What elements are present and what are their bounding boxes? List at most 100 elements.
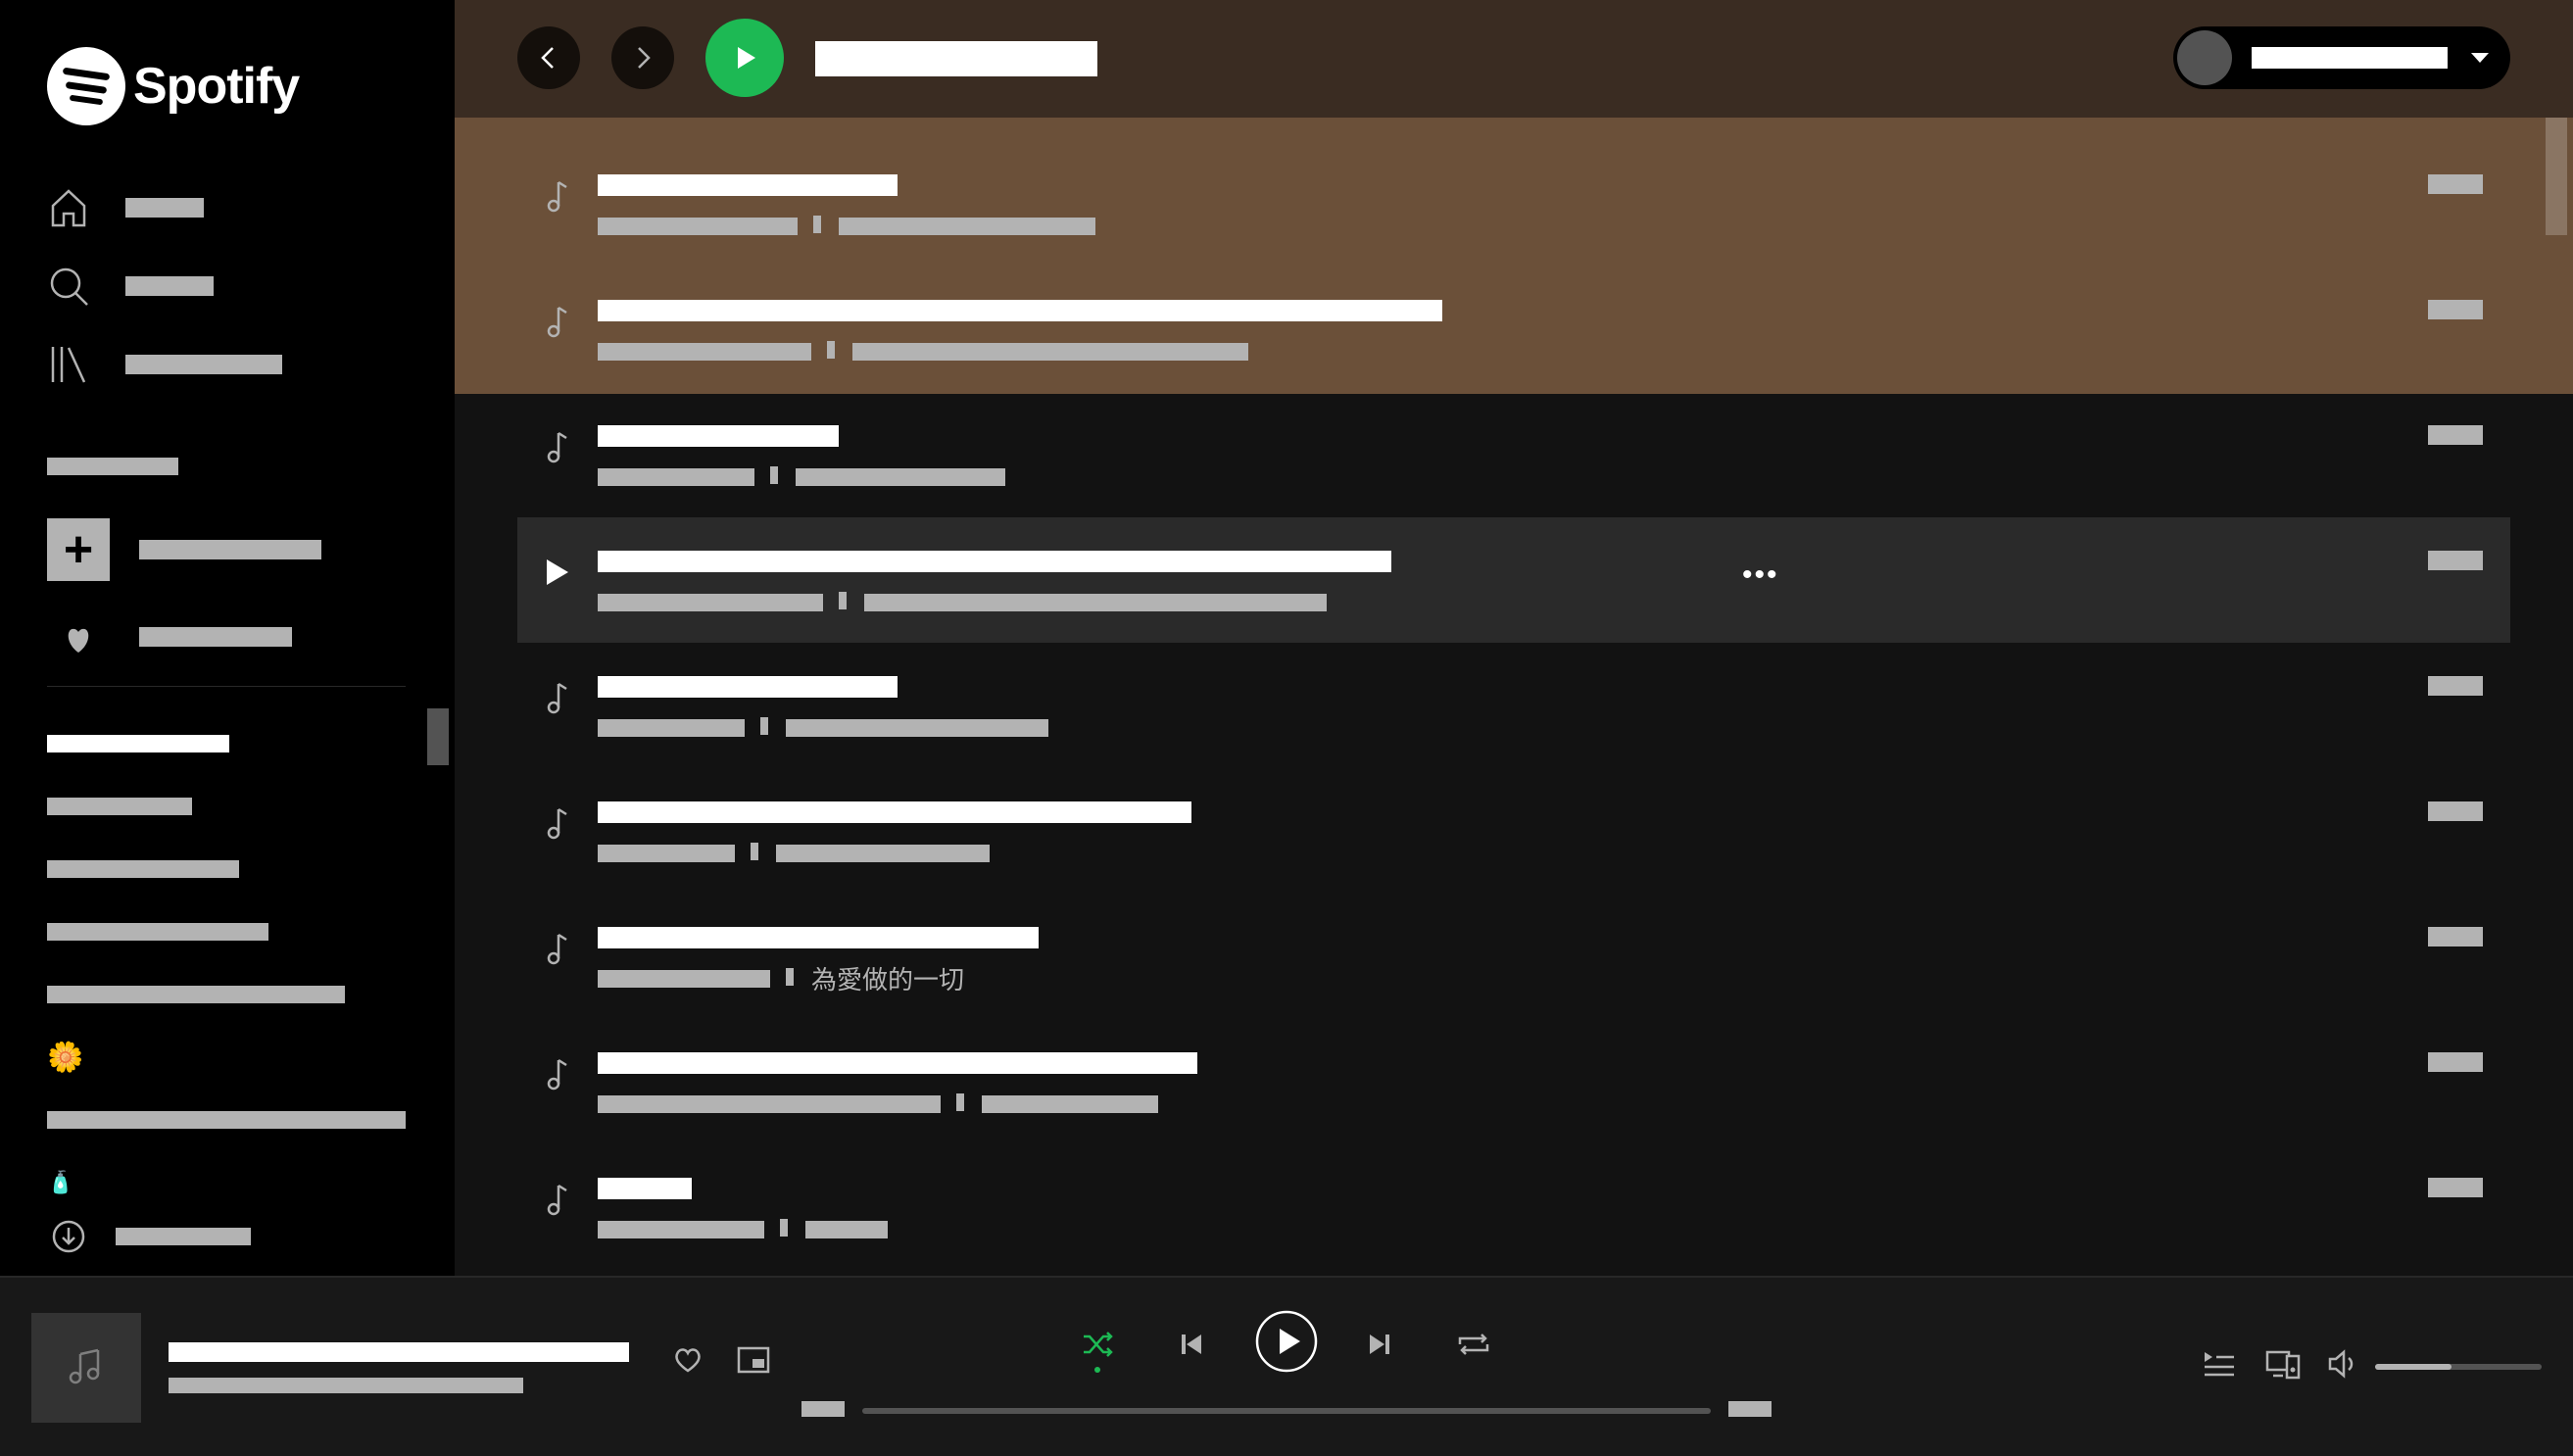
bottle-icon: 🧴 [47,1170,74,1194]
repeat-icon[interactable] [1456,1329,1491,1360]
track-row[interactable] [517,768,2510,894]
track-artist[interactable] [598,594,823,611]
playlist-item[interactable] [47,1111,406,1129]
track-row[interactable] [517,392,2510,517]
track-album[interactable] [786,719,1048,737]
music-note-icon [547,180,567,213]
track-artist[interactable] [598,845,735,862]
main-scrollbar[interactable] [2546,118,2567,235]
back-button[interactable] [517,26,580,89]
user-name [2252,47,2448,69]
spotify-logo[interactable]: Spotify [47,47,300,125]
sidebar-divider [47,686,406,687]
spotify-logo-icon [47,47,125,125]
user-menu-button[interactable] [2173,26,2510,89]
nav-search[interactable] [47,265,214,308]
playlist-item[interactable] [47,923,268,941]
liked-songs-label [139,627,292,647]
music-note-icon [547,807,567,840]
play-pause-button[interactable] [1254,1309,1319,1374]
track-title[interactable] [598,1178,692,1199]
create-playlist-label [139,540,321,559]
separator [813,216,821,233]
playlist-item-bottle[interactable]: 🧴 [47,1168,73,1197]
separator [786,968,794,986]
track-row[interactable] [517,1144,2510,1270]
now-playing-artist[interactable] [169,1378,523,1393]
playlist-item[interactable] [47,860,239,878]
install-app-button[interactable] [0,1197,455,1276]
playlist-item[interactable] [47,798,192,815]
picture-in-picture-icon[interactable] [737,1346,770,1374]
sidebar-scrollbar[interactable] [427,708,449,765]
track-album[interactable] [852,343,1248,361]
spotify-wordmark: Spotify [133,58,300,115]
music-note-icon [69,1348,100,1384]
volume-slider[interactable] [2375,1364,2542,1370]
play-button[interactable] [705,19,784,97]
track-duration [2428,300,2483,319]
liked-songs-button[interactable] [47,606,292,668]
progress-bar[interactable] [862,1408,1711,1414]
playlist-item[interactable] [47,986,345,1003]
track-duration [2428,425,2483,445]
track-artist[interactable] [598,218,798,235]
track-artist[interactable] [598,343,811,361]
track-artist[interactable] [598,719,745,737]
track-artist[interactable] [598,970,770,988]
skip-back-icon[interactable] [1176,1329,1207,1360]
track-row[interactable] [517,141,2510,267]
create-playlist-button[interactable]: + [47,518,321,581]
track-title[interactable] [598,551,1391,572]
music-note-icon [547,306,567,338]
track-row[interactable] [517,1019,2510,1144]
track-album[interactable]: 為愛做的一切 [811,960,964,996]
more-options-icon[interactable]: ••• [1742,558,1779,592]
track-title[interactable] [598,425,839,447]
music-note-icon [547,431,567,463]
playlist-item[interactable] [47,735,229,752]
track-row[interactable]: 為愛做的一切 [517,894,2510,1019]
download-icon [52,1220,85,1253]
track-artist[interactable] [598,468,754,486]
queue-icon[interactable] [2203,1350,2236,1378]
shuffle-icon[interactable] [1080,1327,1115,1362]
track-row[interactable] [517,267,2510,392]
track-duration [2428,801,2483,821]
track-album[interactable] [839,218,1095,235]
track-duration [2428,676,2483,696]
devices-icon[interactable] [2265,1348,2301,1380]
now-playing-title[interactable] [169,1342,629,1362]
track-album[interactable] [776,845,990,862]
track-title[interactable] [598,1052,1197,1074]
avatar [2177,30,2232,85]
track-title[interactable] [598,300,1442,321]
track-row[interactable] [517,643,2510,768]
separator [770,466,778,484]
playlist-item-flower[interactable]: 🌼 [47,1039,83,1078]
nav-home[interactable] [47,186,204,229]
track-title[interactable] [598,927,1039,948]
track-title[interactable] [598,174,898,196]
volume-icon[interactable] [2326,1348,2359,1380]
track-row-hovered[interactable]: ••• [517,517,2510,643]
page-title [815,41,1097,76]
track-artist[interactable] [598,1095,941,1113]
track-title[interactable] [598,676,898,698]
caret-down-icon [2471,53,2489,63]
track-album[interactable] [805,1221,888,1238]
heart-icon[interactable] [672,1344,704,1376]
play-icon[interactable] [543,555,570,590]
music-note-icon [547,1184,567,1216]
track-album[interactable] [796,468,1005,486]
nav-library[interactable] [47,343,282,386]
track-title[interactable] [598,801,1191,823]
play-icon [738,47,755,69]
album-cover[interactable] [31,1313,141,1423]
track-album[interactable] [982,1095,1158,1113]
music-note-icon [547,1058,567,1091]
forward-button[interactable] [611,26,674,89]
track-album[interactable] [864,594,1327,611]
track-artist[interactable] [598,1221,764,1238]
skip-forward-icon[interactable] [1364,1329,1395,1360]
